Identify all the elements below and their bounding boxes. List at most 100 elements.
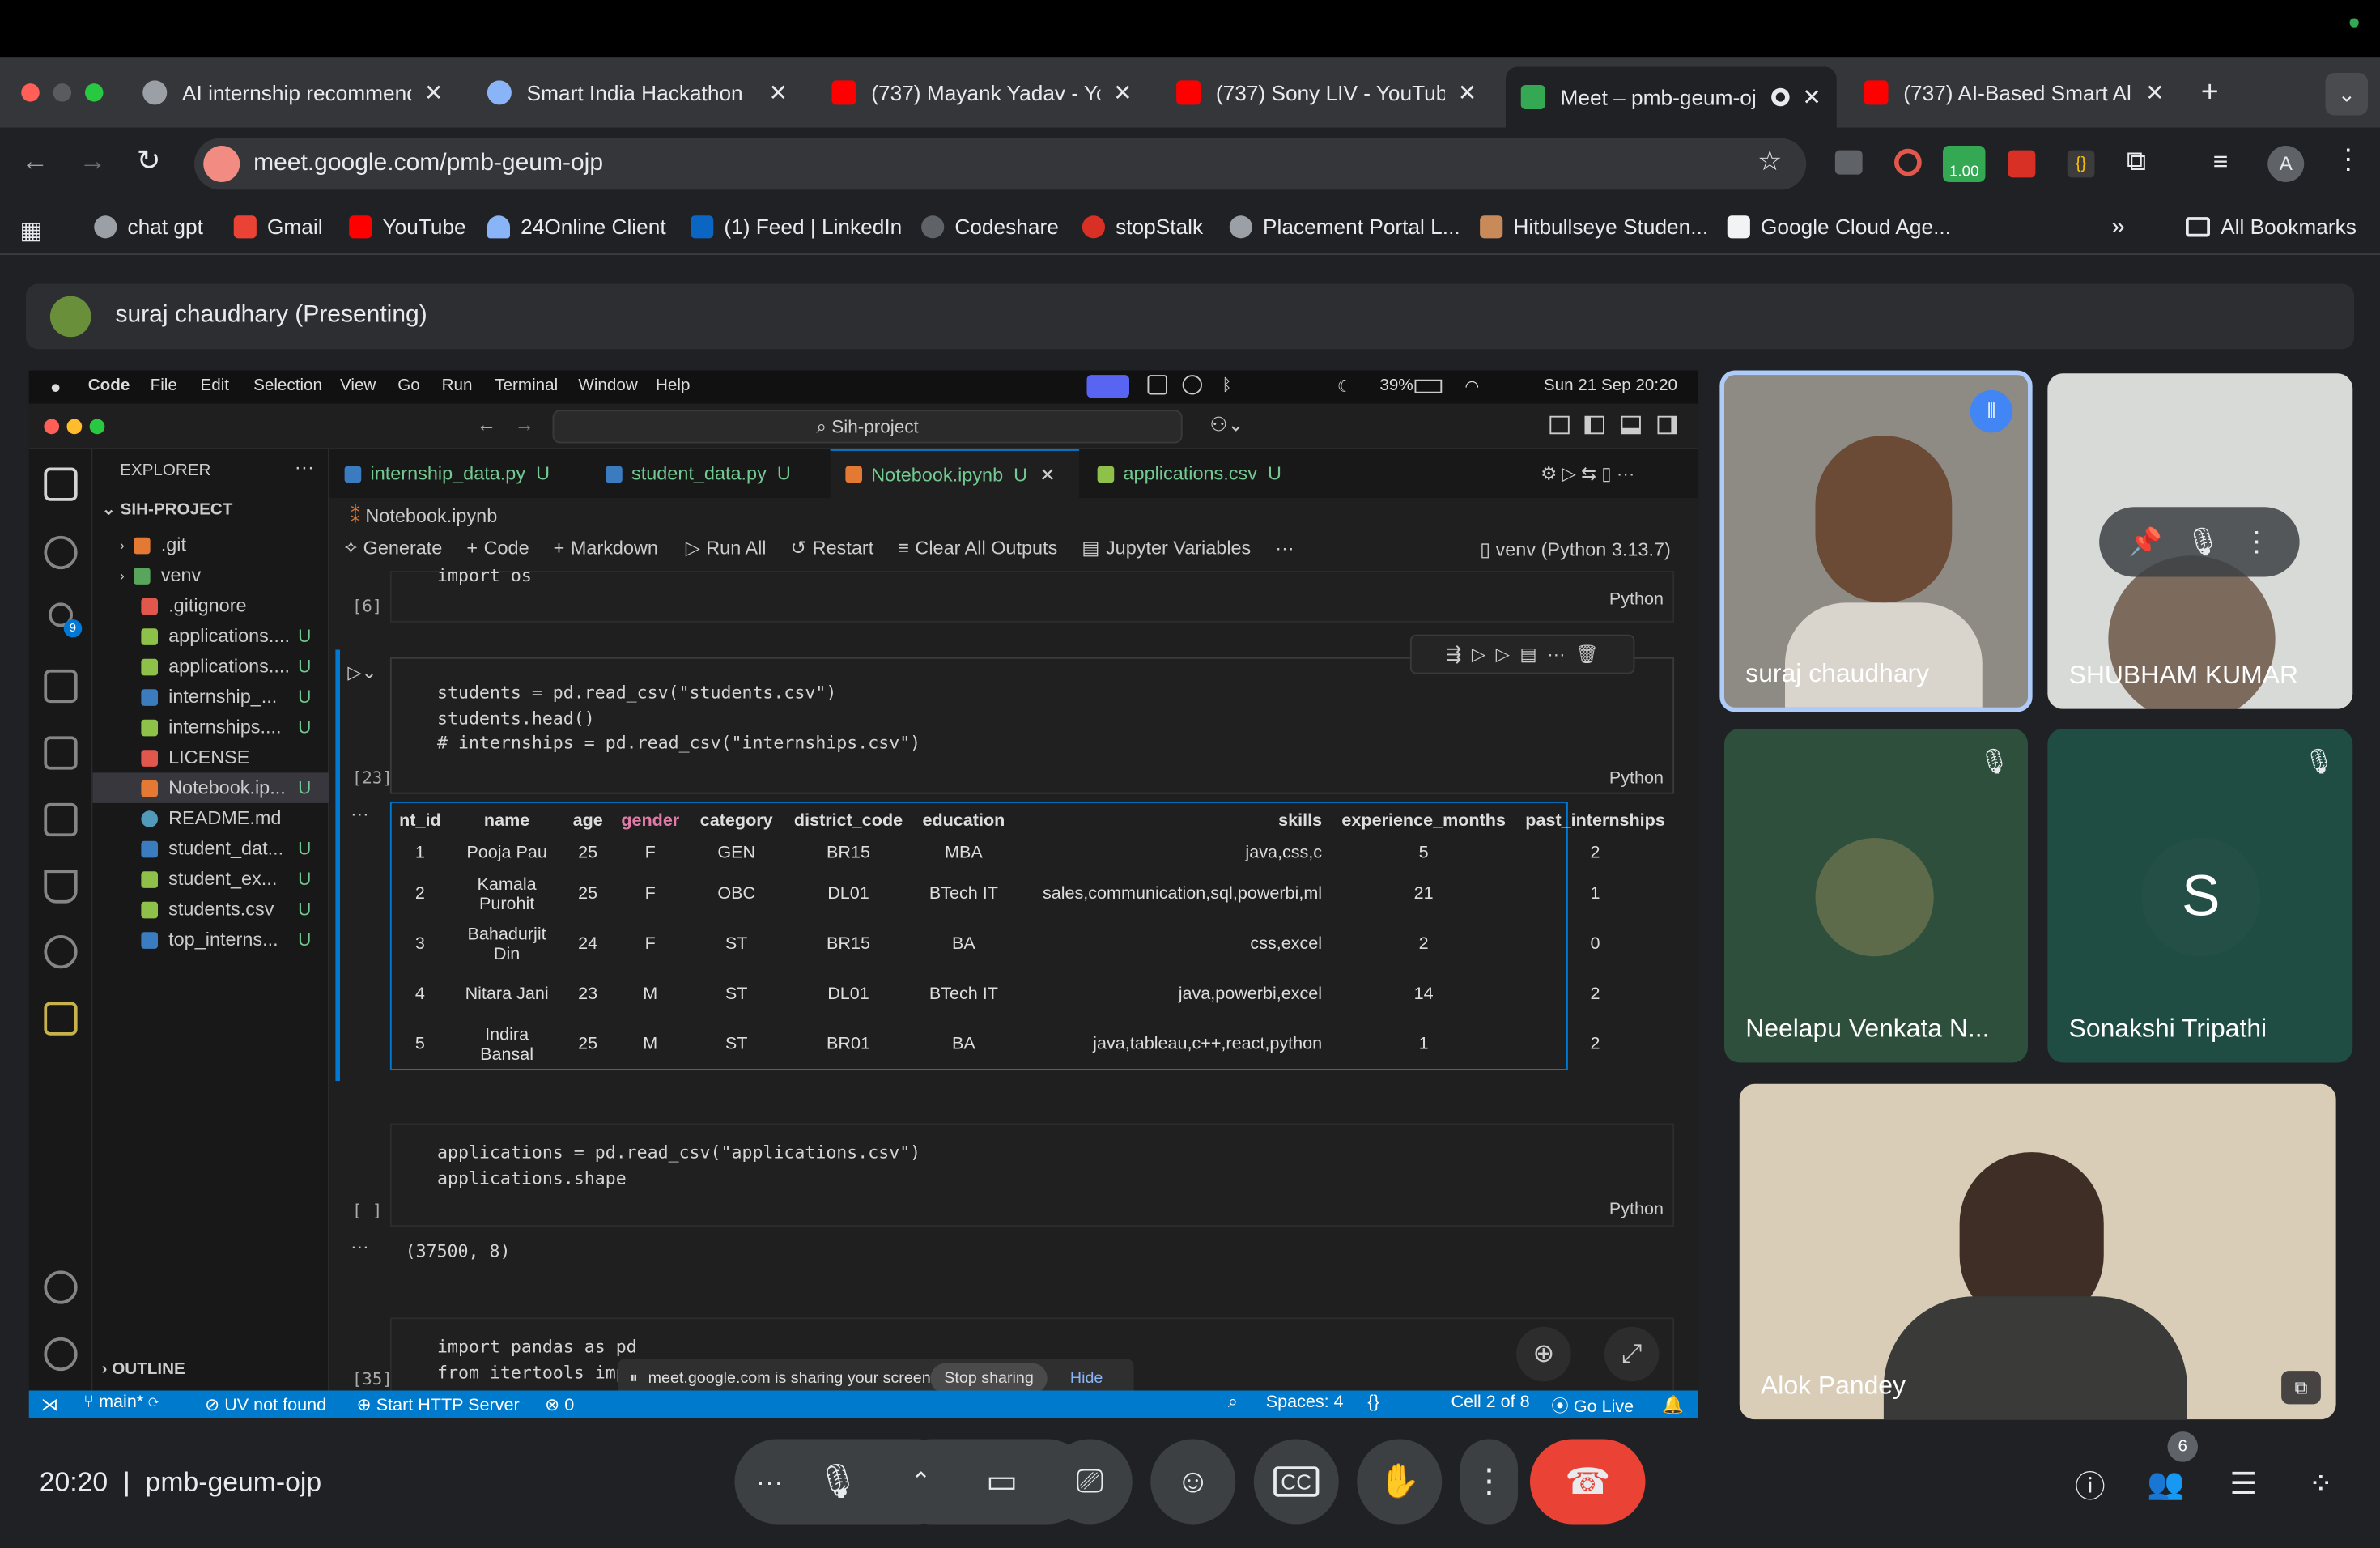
meeting-code: pmb-geum-ojp	[145, 1466, 322, 1497]
bookmark-item[interactable]: 24Online Client	[487, 214, 666, 238]
audio-options-icon[interactable]: ···	[735, 1465, 805, 1497]
captions-button[interactable]: CC	[1253, 1439, 1339, 1525]
table-cell: Indira Bansal	[480, 1025, 534, 1064]
extension-badge[interactable]: 1.00	[1943, 146, 1986, 182]
tab-title: (737) Sony LIV - YouTube	[1215, 80, 1446, 105]
close-tab-icon[interactable]: ✕	[424, 79, 444, 106]
microphone-icon[interactable]: 🎙	[805, 1462, 872, 1502]
bookmark-item[interactable]: stopStalk	[1082, 214, 1203, 238]
table-cell: F	[644, 885, 656, 904]
browser-tab-4[interactable]: Meet – pmb-geum-oj ✕	[1506, 66, 1837, 128]
extension-icon[interactable]: {}	[2067, 150, 2095, 178]
extension-icon[interactable]	[1834, 150, 1863, 175]
raise-hand-button[interactable]: ✋	[1357, 1439, 1443, 1525]
profile-avatar[interactable]: A	[2267, 146, 2305, 182]
bookmark-item[interactable]: YouTube	[349, 214, 466, 238]
errors-count: 0	[564, 1397, 575, 1415]
sparkle-icon: ⟡	[344, 535, 358, 558]
restart-icon: ↺	[790, 537, 807, 559]
activities-icon[interactable]: ⁘	[2295, 1461, 2347, 1506]
site-info-icon[interactable]	[203, 146, 240, 182]
forward-icon[interactable]: →	[79, 146, 107, 177]
chat-icon[interactable]: ☰	[2217, 1461, 2269, 1506]
meeting-details-icon[interactable]: ⓘ	[2064, 1461, 2116, 1506]
bookmarks-overflow-button[interactable]: »	[2111, 214, 2125, 241]
more-options-button[interactable]: ⋮	[1460, 1439, 1518, 1525]
tile-controls[interactable]: 📌 🎙 ⋮	[2099, 507, 2300, 577]
table-cell: 1	[1418, 1035, 1429, 1054]
media-control-icon[interactable]: ≡	[2213, 147, 2229, 178]
tab-search-icon[interactable]: ⌄	[2325, 73, 2368, 116]
browser-tab-3[interactable]: (737) Sony LIV - YouTube ✕	[1161, 67, 1492, 119]
back-icon[interactable]: ←	[21, 146, 49, 177]
browser-tab-2[interactable]: (737) Mayank Yadav - Yo ✕	[817, 67, 1148, 119]
browser-tab-1[interactable]: Smart India Hackathon ✕	[472, 67, 803, 119]
untracked-badge: U	[536, 462, 550, 485]
close-tab-icon[interactable]: ✕	[769, 79, 788, 106]
cell-language: Python	[1609, 1201, 1664, 1219]
apps-grid-icon[interactable]: ▦	[19, 215, 42, 246]
bookmark-item[interactable]: chat gpt	[94, 214, 203, 238]
bookmark-label: (1) Feed | LinkedIn	[724, 214, 903, 239]
people-icon[interactable]: 👥	[2140, 1461, 2192, 1506]
add-markdown-button: Markdown	[570, 536, 658, 559]
extension-icon[interactable]	[2008, 150, 2036, 178]
reload-icon[interactable]: ↻	[137, 144, 161, 179]
tab-label: Notebook.ipynb	[871, 463, 1004, 486]
linkedin-icon	[691, 215, 714, 238]
moon-icon: ☾	[1337, 377, 1353, 397]
video-options-icon[interactable]: ⌃	[911, 1466, 971, 1497]
fullscreen-icon[interactable]: ⤢	[1604, 1326, 1660, 1382]
bookmark-item[interactable]: Google Cloud Age...	[1727, 214, 1951, 238]
leave-call-button[interactable]: ☎	[1530, 1439, 1646, 1525]
notebook-icon	[141, 779, 158, 797]
new-tab-button[interactable]: +	[2201, 76, 2219, 111]
bookmark-item[interactable]: Hitbullseye Studen...	[1480, 214, 1708, 238]
table-cell: Bahadurjit Din	[467, 925, 546, 963]
url-text[interactable]: meet.google.com/pmb-geum-ojp	[253, 151, 603, 178]
notebook-cell: import os Python	[389, 565, 1675, 623]
hide-button[interactable]: Hide	[1070, 1369, 1103, 1388]
nav-forward-icon: →	[514, 413, 534, 436]
omnibox[interactable]: meet.google.com/pmb-geum-ojp ☆	[194, 138, 1807, 190]
extensions-icon	[44, 736, 78, 770]
generate-button: Generate	[363, 536, 443, 559]
cell-output: (37500, 8)	[405, 1240, 511, 1262]
play-icon	[1182, 375, 1202, 395]
extension-icon[interactable]	[1894, 148, 1922, 176]
chrome-menu-icon[interactable]: ⋮	[2335, 144, 2362, 176]
participant-tile[interactable]: ⧉ Alok Pandey	[1739, 1083, 2336, 1420]
camera-icon[interactable]: ▭	[971, 1462, 1032, 1502]
bookmark-item[interactable]: (1) Feed | LinkedIn	[691, 214, 902, 238]
bookmark-item[interactable]: Gmail	[233, 214, 323, 238]
browser-tab-0[interactable]: AI internship recommend ✕	[128, 67, 459, 119]
browser-tab-5[interactable]: (737) AI-Based Smart All ✕	[1849, 67, 2180, 119]
stop-sharing-button[interactable]: Stop sharing	[930, 1363, 1048, 1394]
present-screen-icon: ⎚	[1076, 1461, 1103, 1500]
close-tab-icon[interactable]: ✕	[1113, 79, 1133, 106]
participant-tile[interactable]: 📌 🎙 ⋮ SHUBHAM KUMAR	[2047, 373, 2353, 709]
participant-tile[interactable]: ⦀ suraj chaudhary	[1719, 370, 2033, 712]
captions-icon: CC	[1273, 1466, 1320, 1497]
bookmark-star-icon[interactable]: ☆	[1757, 146, 1782, 177]
bookmark-item[interactable]: Codeshare	[921, 214, 1059, 238]
bookmark-item[interactable]: Placement Portal L...	[1229, 214, 1460, 238]
close-tab-icon[interactable]: ✕	[1802, 83, 1821, 111]
close-tab-icon[interactable]: ✕	[1458, 79, 1477, 106]
participant-tile[interactable]: 🎙 Neelapu Venkata N...	[1724, 729, 2028, 1063]
extensions-puzzle-icon[interactable]: ⧉	[2127, 146, 2146, 177]
close-tab-icon[interactable]: ✕	[2145, 79, 2165, 106]
participant-tile[interactable]: 🎙 S Sonakshi Tripathi	[2047, 729, 2353, 1063]
maximize-window-icon[interactable]	[85, 83, 104, 102]
present-button[interactable]: ⎚	[1047, 1439, 1133, 1525]
close-window-icon[interactable]	[21, 83, 40, 102]
reactions-button[interactable]: ☺	[1150, 1439, 1236, 1525]
picture-in-picture-icon[interactable]: ⧉	[2281, 1371, 2321, 1405]
zoom-in-icon[interactable]: ⊕	[1516, 1326, 1571, 1382]
csv-icon	[141, 718, 158, 736]
files-icon	[44, 467, 78, 501]
tab-label: student_data.py	[631, 462, 767, 485]
file-item: LICENSE	[92, 742, 329, 773]
all-bookmarks-button[interactable]: All Bookmarks	[2186, 214, 2357, 238]
minimize-window-icon[interactable]	[53, 83, 72, 102]
